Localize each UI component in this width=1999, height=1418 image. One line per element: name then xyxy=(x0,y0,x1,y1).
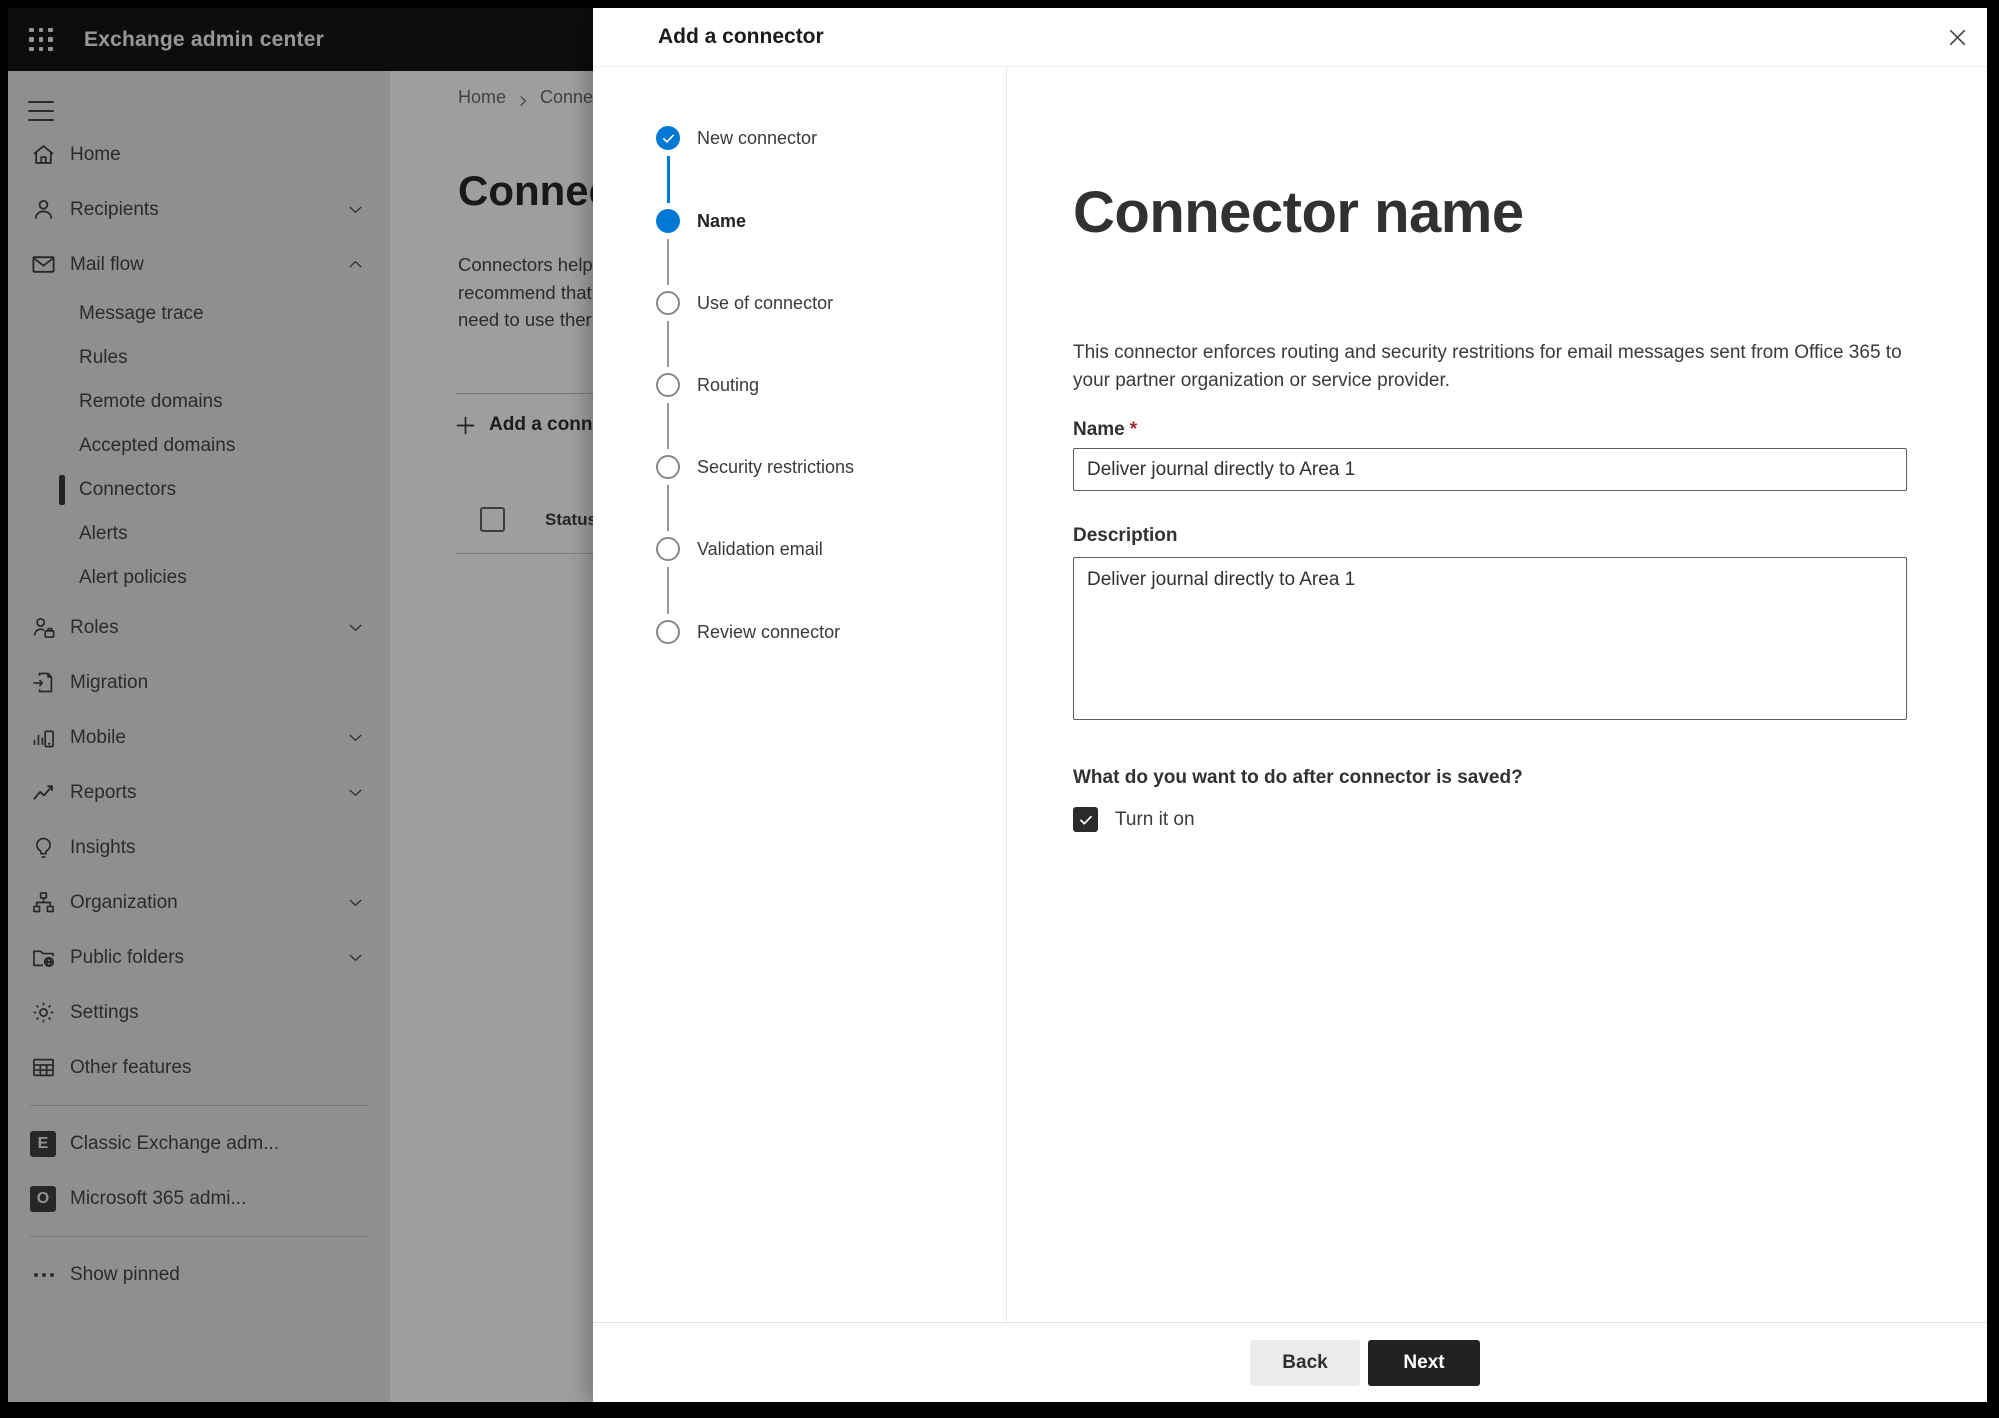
wizard-step-label: Security restrictions xyxy=(697,456,855,477)
wizard-step-review-connector: Review connector xyxy=(593,612,1006,652)
footer-buttons: Back Next xyxy=(1250,1340,1480,1386)
step-pending-icon xyxy=(656,455,680,479)
step-connector-line xyxy=(667,567,669,614)
step-connector-line xyxy=(666,156,670,203)
step-pending-icon xyxy=(656,373,680,397)
wizard-step-validation-email: Validation email xyxy=(593,529,1006,569)
step-pending-icon xyxy=(656,537,680,561)
name-field-label: Name * xyxy=(1073,419,1137,441)
step-description: This connector enforces routing and secu… xyxy=(1073,342,1902,391)
wizard-step-label: Routing xyxy=(697,374,760,395)
application-window: Exchange admin center Home Recipients Mail… xyxy=(8,8,1987,1402)
step-pending-icon xyxy=(656,291,680,315)
step-connector-line xyxy=(667,485,669,531)
wizard-content: Connector name This connector enforces r… xyxy=(1007,67,1987,1322)
after-save-question: What do you want to do after connector i… xyxy=(1073,767,1523,788)
wizard-step-label: Name xyxy=(697,210,747,231)
wizard-step-security-restrictions: Security restrictions xyxy=(593,447,1006,487)
step-connector-line xyxy=(667,403,669,449)
panel-header: Add a connector xyxy=(593,8,1987,67)
step-completed-icon xyxy=(656,126,680,150)
back-button[interactable]: Back xyxy=(1250,1340,1360,1386)
wizard-step-name: Name xyxy=(593,201,1006,241)
panel-title: Add a connector xyxy=(658,25,824,48)
wizard-steps: New connector Name Use of connector Routing… xyxy=(593,67,1007,1322)
description-field-label: Description xyxy=(1073,525,1178,546)
wizard-step-label: Validation email xyxy=(697,538,823,559)
connector-description-textarea[interactable]: Deliver journal directly to Area 1 xyxy=(1073,557,1907,720)
step-pending-icon xyxy=(656,620,680,644)
name-label-text: Name xyxy=(1073,419,1125,440)
wizard-step-routing: Routing xyxy=(593,365,1006,405)
wizard-step-new-connector: New connector xyxy=(593,118,1006,158)
wizard-step-use-of-connector: Use of connector xyxy=(593,283,1006,323)
turn-it-on-label: Turn it on xyxy=(1115,808,1195,830)
turn-it-on-checkbox[interactable] xyxy=(1073,807,1098,832)
add-connector-panel: Add a connector New connector Name Use of … xyxy=(593,8,1987,1402)
panel-footer: Back Next xyxy=(593,1322,1987,1402)
step-heading: Connector name xyxy=(1073,180,1524,245)
connector-name-input[interactable] xyxy=(1073,448,1907,491)
wizard-step-label: Review connector xyxy=(697,621,841,642)
turn-on-row: Turn it on xyxy=(1073,807,1195,832)
wizard-step-label: New connector xyxy=(697,127,818,148)
required-asterisk: * xyxy=(1129,419,1138,440)
step-connector-line xyxy=(667,321,669,367)
close-icon[interactable] xyxy=(1941,21,1973,53)
next-button[interactable]: Next xyxy=(1368,1340,1480,1386)
step-connector-line xyxy=(667,239,669,285)
step-current-icon xyxy=(656,209,680,233)
wizard-step-label: Use of connector xyxy=(697,292,834,313)
panel-body: New connector Name Use of connector Routing… xyxy=(593,67,1987,1322)
